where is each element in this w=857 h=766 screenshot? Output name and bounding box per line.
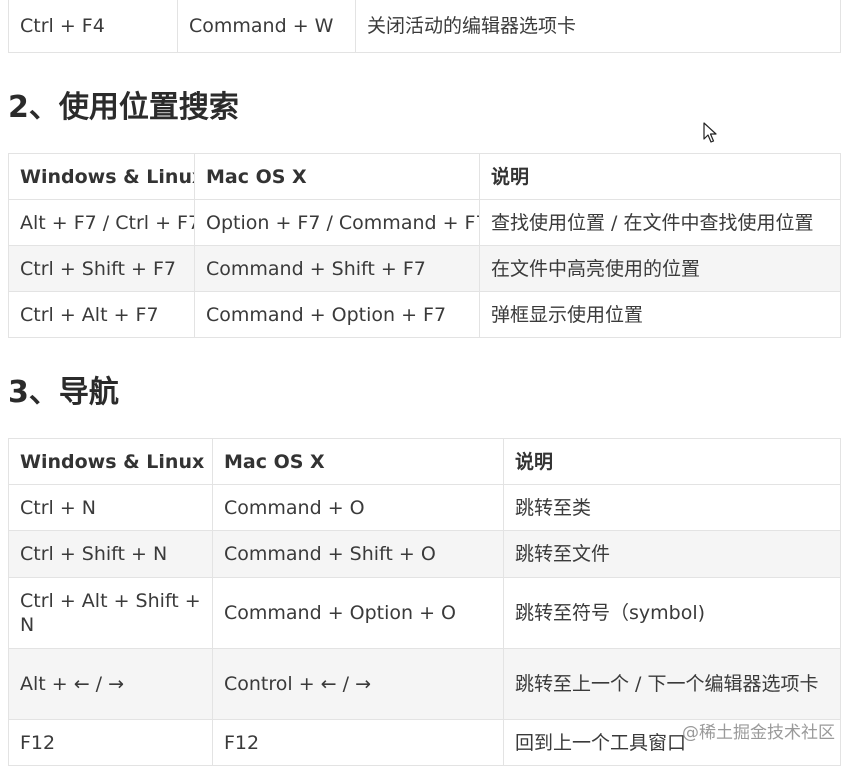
mouse-pointer-icon [703,122,717,143]
watermark: @稀土掘金技术社区 [682,723,835,743]
cell-windows: F12 [8,719,213,766]
cell-description: 在文件中高亮使用的位置 [479,245,841,292]
cell-windows: Ctrl + F4 [8,0,178,53]
cell-description: 关闭活动的编辑器选项卡 [355,0,841,53]
cell-mac: Command + Option + O [212,577,504,649]
cell-description: 弹框显示使用位置 [479,291,841,338]
cell-windows: Ctrl + Alt + Shift + N [8,577,213,649]
cell-description: 查找使用位置 / 在文件中查找使用位置 [479,199,841,246]
cell-mac: Option + F7 / Command + F7 [194,199,480,246]
cell-windows: Alt + F7 / Ctrl + F7 [8,199,195,246]
section-heading-navigation: 3、导航 [8,375,119,410]
cell-mac: Control + ← / → [212,648,504,720]
table-row: Ctrl + F4 Command + W 关闭活动的编辑器选项卡 [8,0,841,53]
table-row: Alt + F7 / Ctrl + F7 Option + F7 / Comma… [8,199,841,246]
cell-windows: Ctrl + Alt + F7 [8,291,195,338]
cell-mac: Command + W [177,0,356,53]
header-description: 说明 [479,153,841,200]
cell-windows: Ctrl + Shift + F7 [8,245,195,292]
table-row: Alt + ← / → Control + ← / → 跳转至上一个 / 下一个… [8,648,841,720]
header-windows: Windows & Linux [8,153,195,200]
header-description: 说明 [503,438,841,485]
cell-description: 跳转至上一个 / 下一个编辑器选项卡 [503,648,841,720]
header-windows: Windows & Linux [8,438,213,485]
section-heading-find-usages: 2、使用位置搜索 [8,90,239,125]
cell-mac: F12 [212,719,504,766]
table-row: Ctrl + N Command + O 跳转至类 [8,484,841,531]
shortcut-table-find-usages: Windows & Linux Mac OS X 说明 Alt + F7 / C… [8,153,841,338]
shortcut-table-navigation: Windows & Linux Mac OS X 说明 Ctrl + N Com… [8,438,841,766]
cell-description: 跳转至符号（symbol) [503,577,841,649]
cell-mac: Command + Option + F7 [194,291,480,338]
cell-windows: Ctrl + Shift + N [8,530,213,578]
table-row: Ctrl + Alt + Shift + N Command + Option … [8,577,841,649]
table-header-row: Windows & Linux Mac OS X 说明 [8,438,841,485]
cell-mac: Command + Shift + F7 [194,245,480,292]
cell-description: 跳转至文件 [503,530,841,578]
header-mac: Mac OS X [194,153,480,200]
cell-windows: Alt + ← / → [8,648,213,720]
table-row: Ctrl + Shift + N Command + Shift + O 跳转至… [8,530,841,578]
table-row: Ctrl + Shift + F7 Command + Shift + F7 在… [8,245,841,292]
shortcut-table-previous: Ctrl + F4 Command + W 关闭活动的编辑器选项卡 [8,0,841,53]
cell-mac: Command + Shift + O [212,530,504,578]
header-mac: Mac OS X [212,438,504,485]
table-row: Ctrl + Alt + F7 Command + Option + F7 弹框… [8,291,841,338]
cell-description: 跳转至类 [503,484,841,531]
cell-windows: Ctrl + N [8,484,213,531]
table-header-row: Windows & Linux Mac OS X 说明 [8,153,841,200]
cell-mac: Command + O [212,484,504,531]
article-page: Ctrl + F4 Command + W 关闭活动的编辑器选项卡 2、使用位置… [0,0,857,766]
